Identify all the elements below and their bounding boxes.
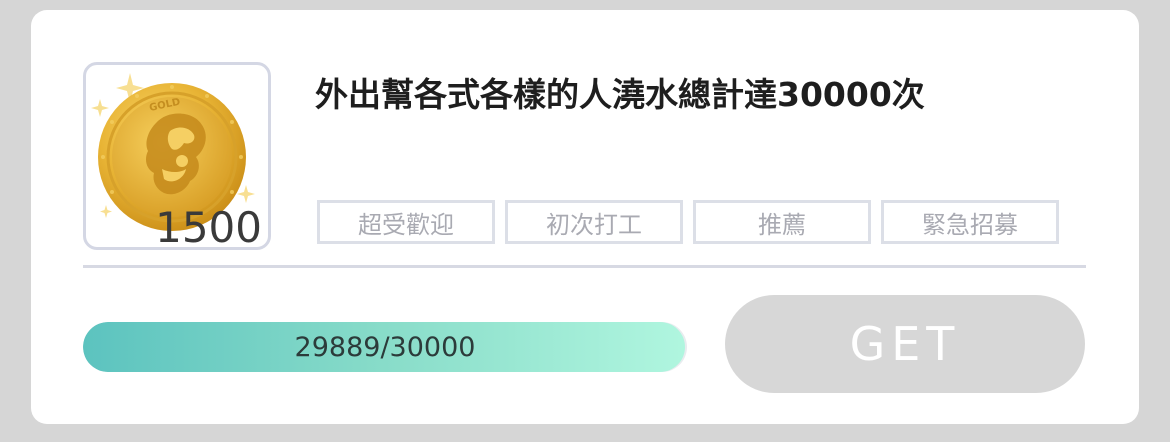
- quest-card: GOLD 1500 外出幫各式各樣的人澆水總計達30000次 超受歡迎 初次打工…: [31, 10, 1139, 424]
- tag-list: 超受歡迎 初次打工 推薦 緊急招募: [317, 200, 1059, 244]
- reward-box: GOLD 1500: [83, 62, 271, 250]
- reward-amount: 1500: [155, 203, 262, 250]
- tag-urgent: 緊急招募: [881, 200, 1059, 244]
- tag-first-job: 初次打工: [505, 200, 683, 244]
- get-button[interactable]: GET: [725, 295, 1085, 393]
- divider: [83, 265, 1086, 268]
- quest-title: 外出幫各式各樣的人澆水總計達30000次: [315, 75, 925, 114]
- tag-recommended: 推薦: [693, 200, 871, 244]
- progress-text: 29889/30000: [294, 331, 476, 363]
- progress-bar: 29889/30000: [83, 322, 687, 372]
- tag-popular: 超受歡迎: [317, 200, 495, 244]
